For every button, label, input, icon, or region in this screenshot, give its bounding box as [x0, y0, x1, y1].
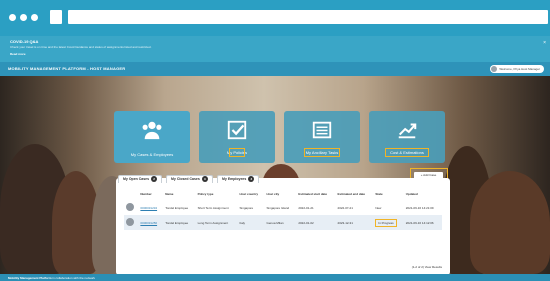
col-host-country[interactable]: Host country	[238, 190, 265, 200]
col-host-city[interactable]: Host city	[265, 190, 297, 200]
cell-country: Italy	[239, 220, 246, 225]
cases-table: Number Name Policy type Host country Hos…	[124, 190, 442, 230]
cell-policy: Long Term Assignment	[197, 220, 229, 225]
footer: Mobility Management Platform in collabor…	[0, 274, 550, 281]
browser-chrome	[0, 0, 550, 36]
col-policy-type[interactable]: Policy type	[196, 190, 238, 200]
tile-ancillary-tasks[interactable]: My Ancillary Tasks	[284, 111, 360, 163]
footer-brand: Mobility Management Platform	[8, 275, 52, 280]
browser-window: COVID-19 Q&A Check your travel is on tim…	[0, 0, 550, 281]
cell-state: New	[375, 205, 382, 210]
col-avatar	[124, 190, 138, 200]
col-state[interactable]: State	[373, 190, 403, 200]
col-number[interactable]: Number	[138, 190, 163, 200]
tile-cases-employees[interactable]: My Cases & Employees	[114, 111, 190, 163]
tile-cost-estimations[interactable]: Cost & Estimations	[369, 111, 445, 163]
tile-label: My Policies	[211, 148, 263, 157]
cell-name: Tondel Employee	[165, 220, 189, 225]
window-dot-minimize[interactable]	[20, 14, 27, 21]
close-icon[interactable]: ×	[543, 40, 546, 46]
cell-policy: Short Term Assignment	[197, 205, 229, 210]
count-badge: 3	[248, 176, 255, 183]
covid-title: COVID-19 Q&A	[10, 39, 39, 44]
tab-label: My Closed Cases	[171, 177, 200, 181]
covid-read-more-link[interactable]: Read more	[10, 52, 26, 56]
footer-text: Mobility Management Platform in collabor…	[8, 276, 95, 280]
table-row[interactable]: 0000031234 Tondel Employee Short Term As…	[124, 200, 442, 215]
col-name[interactable]: Name	[163, 190, 195, 200]
avatar	[126, 218, 134, 226]
welcome-text: Welcome, Priya Host Manager	[499, 67, 540, 71]
case-number-link[interactable]: 0000031234	[140, 206, 157, 210]
tile-label: My Cases & Employees	[130, 152, 174, 157]
col-updated[interactable]: Updated	[404, 190, 442, 200]
cell-end: 2022-07-21	[337, 205, 353, 210]
cell-updated: 2021-09-16 14:12:06	[405, 220, 434, 225]
highlight-box	[304, 148, 340, 157]
tab-open-cases[interactable]: My Open Cases 2	[118, 175, 162, 183]
user-menu[interactable]: Welcome, Priya Host Manager	[490, 65, 544, 73]
app-header: MOBILITY MANAGEMENT PLATFORM - HOST MANA…	[0, 62, 550, 76]
covid-notice: COVID-19 Q&A Check your travel is on tim…	[0, 36, 550, 62]
background-person	[470, 171, 550, 274]
cell-end: 2023-12-31	[337, 220, 353, 225]
chart-up-icon	[398, 123, 417, 139]
browser-tab[interactable]	[50, 10, 62, 24]
highlight-box	[385, 148, 429, 157]
footer-note: in collaboration with the network	[52, 275, 96, 280]
checkbox-icon	[227, 120, 247, 140]
tab-label: My Employees	[222, 177, 247, 181]
cell-name: Tondel Employee	[165, 205, 189, 210]
list-icon	[312, 121, 332, 139]
window-dot-maximize[interactable]	[31, 14, 38, 21]
highlight-box	[229, 148, 245, 157]
col-end-date[interactable]: Estimated end date	[336, 190, 374, 200]
tab-label: My Open Cases	[123, 177, 150, 181]
table-header: Number Name Policy type Host country Hos…	[124, 190, 442, 200]
window-dot-close[interactable]	[9, 14, 16, 21]
count-badge: 2	[151, 176, 158, 183]
tile-label: My Ancillary Tasks	[296, 148, 348, 157]
col-start-date[interactable]: Estimated start date	[296, 190, 335, 200]
user-avatar-icon	[491, 66, 498, 72]
cell-country: Singapore	[239, 205, 254, 210]
tile-label: Cost & Estimations	[381, 148, 433, 157]
cell-start: 2022-01-21	[298, 205, 314, 210]
view-all-link[interactable]: (1-2 of 2) View Results	[412, 265, 442, 269]
avatar	[126, 203, 134, 211]
cases-panel: My Open Cases 2 My Closed Cases 3 My Emplo…	[116, 175, 450, 275]
cell-city: Singapore Island	[266, 205, 290, 210]
cell-city: Genoa Milan	[266, 220, 284, 225]
count-badge: 3	[201, 176, 208, 183]
case-number-link[interactable]: 0000031256	[140, 221, 157, 225]
app-title: MOBILITY MANAGEMENT PLATFORM - HOST MANA…	[8, 66, 126, 71]
tab-closed-cases[interactable]: My Closed Cases 3	[166, 175, 213, 183]
status-badge: In Progress	[375, 218, 397, 227]
tile-policies[interactable]: My Policies	[199, 111, 275, 163]
cell-start: 2022-01-02	[298, 220, 314, 225]
covid-message: Check your travel is on time and the lat…	[10, 45, 152, 49]
address-bar[interactable]	[68, 10, 548, 24]
users-icon	[142, 121, 162, 140]
cell-updated: 2021-09-16 14:21:09	[405, 205, 434, 210]
tab-employees[interactable]: My Employees 3	[217, 175, 259, 183]
table-row[interactable]: 0000031256 Tondel Employee Long Term Ass…	[124, 215, 442, 230]
